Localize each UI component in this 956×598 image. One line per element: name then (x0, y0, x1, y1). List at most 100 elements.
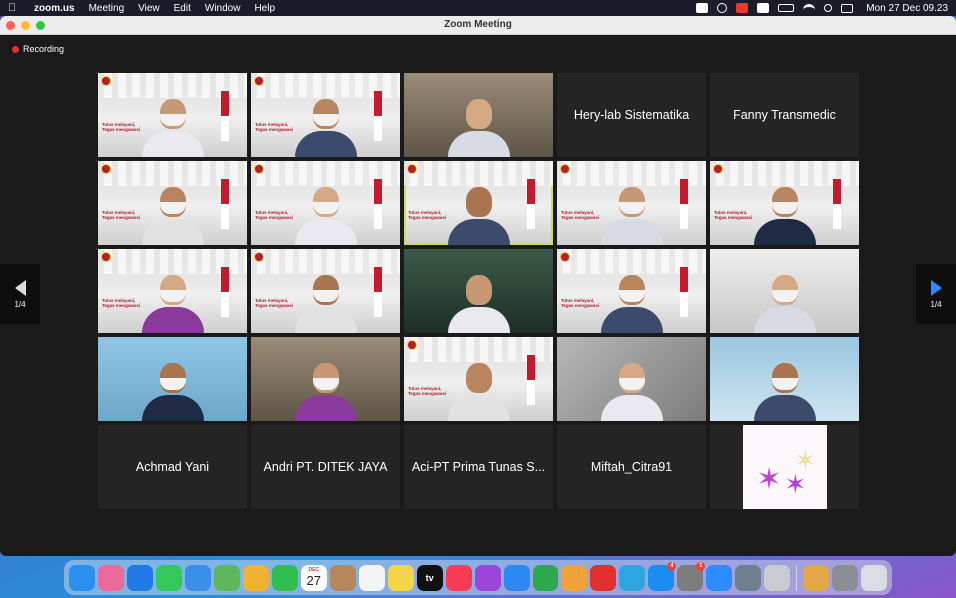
profile-picture: ✶ ✶ ✶ (742, 425, 827, 509)
menu-clock[interactable]: Mon 27 Dec 09.23 (866, 3, 948, 14)
recent-files-icon[interactable] (832, 564, 859, 591)
background-slogan: Tulus melayani, Tegas mengawasi (255, 122, 294, 133)
participant-tile[interactable]: Tulus melayani, Tegas mengawasi (557, 161, 706, 245)
participant-tile[interactable]: Tulus melayani, Tegas mengawasi (98, 249, 247, 333)
finder-icon[interactable] (69, 564, 95, 591)
slogan-line-2: Tegas mengawasi (714, 214, 753, 220)
telegram-icon[interactable] (619, 564, 646, 591)
participant-tile[interactable]: Fanny Transmedic (710, 73, 859, 157)
participant-tile[interactable]: Andri PT. DITEK JAYA (251, 425, 400, 509)
participant-tile[interactable]: Aci-PT Prima Tunas S... (404, 425, 553, 509)
launchpad-icon[interactable] (97, 564, 124, 591)
participant-tile[interactable]: Achmad Yani (98, 425, 247, 509)
participant-name: Andri PT. DITEK JAYA (263, 460, 388, 474)
participant-name: Fanny Transmedic (733, 108, 836, 122)
music-icon[interactable] (445, 564, 472, 591)
wps-icon[interactable] (590, 564, 617, 591)
participant-gallery: Tulus melayani, Tegas mengawasi Tulus mela… (98, 73, 859, 509)
next-page-button[interactable]: 1/4 (916, 264, 956, 324)
participant-tile[interactable] (710, 337, 859, 421)
zoom-icon[interactable] (706, 564, 733, 591)
record-dot-icon (12, 45, 19, 53)
podcasts-icon[interactable] (474, 564, 501, 591)
downloads-folder-icon[interactable] (803, 564, 830, 591)
emblem-logo (713, 164, 723, 174)
participant-tile[interactable] (710, 249, 859, 333)
notes-icon[interactable] (387, 564, 414, 591)
participant-tile[interactable]: Tulus melayani, Tegas mengawasi (404, 337, 553, 421)
participant-name: Achmad Yani (135, 460, 210, 474)
safari-icon[interactable] (126, 564, 153, 591)
participant-video (138, 263, 208, 333)
menu-window[interactable]: Window (205, 3, 241, 14)
participant-video (291, 175, 361, 245)
maps-icon[interactable] (213, 564, 240, 591)
participant-tile[interactable]: Tulus melayani, Tegas mengawasi (710, 161, 859, 245)
slogan-line-2: Tegas mengawasi (255, 126, 294, 132)
menu-app-name[interactable]: zoom.us (34, 3, 75, 14)
calendar-icon[interactable] (736, 3, 749, 13)
search-icon[interactable] (824, 4, 833, 12)
messages-icon[interactable] (155, 564, 182, 591)
participant-tile[interactable]: Tulus melayani, Tegas mengawasi (251, 73, 400, 157)
emblem-logo (560, 164, 570, 174)
participant-video (138, 175, 208, 245)
participant-video (291, 87, 361, 157)
participant-video (597, 263, 667, 333)
participant-tile[interactable] (404, 249, 553, 333)
pages-icon[interactable] (561, 564, 588, 591)
participant-tile[interactable]: Tulus melayani, Tegas mengawasi (98, 161, 247, 245)
participant-tile[interactable] (98, 337, 247, 421)
keyboard-a-icon[interactable] (757, 3, 770, 13)
photos-icon[interactable] (242, 564, 269, 591)
background-slogan: Tulus melayani, Tegas mengawasi (561, 210, 599, 221)
page-indicator-right: 1/4 (930, 299, 942, 309)
calendar-icon[interactable]: DEC 27 (300, 564, 327, 591)
participant-tile[interactable]: Tulus melayani, Tegas mengawasi (251, 161, 400, 245)
participant-tile[interactable]: Hery-lab Sistematika (557, 73, 706, 157)
keynote-icon[interactable] (503, 564, 530, 591)
participant-tile[interactable]: Tulus melayani, Tegas mengawasi (404, 161, 553, 245)
reminders-icon[interactable] (358, 564, 385, 591)
mail-icon[interactable] (184, 564, 211, 591)
menu-edit[interactable]: Edit (174, 3, 191, 14)
participant-tile[interactable] (557, 337, 706, 421)
participant-tile[interactable]: Miftah_Citra91 (557, 425, 706, 509)
battery-icon[interactable] (778, 4, 795, 12)
trash-icon[interactable] (861, 564, 888, 591)
tv-icon[interactable]: tv (416, 564, 443, 591)
participant-tile[interactable] (251, 337, 400, 421)
window-titlebar[interactable]: Zoom Meeting (0, 16, 956, 35)
participant-name: Hery-lab Sistematika (573, 108, 690, 122)
app-label: tv (425, 572, 434, 583)
contacts-icon[interactable] (329, 564, 356, 591)
background-slogan: Tulus melayani, Tegas mengawasi (408, 386, 446, 397)
dock: DEC 27 tv 4 1 (64, 560, 892, 595)
numbers-icon[interactable] (532, 564, 559, 591)
recording-indicator[interactable]: Recording (12, 44, 64, 54)
participant-tile[interactable]: Tulus melayani, Tegas mengawasi (251, 249, 400, 333)
apple-icon[interactable]:  (8, 2, 20, 14)
app-store-icon[interactable]: 4 (648, 561, 677, 591)
zoom-icon[interactable] (696, 3, 709, 13)
participant-video (138, 87, 208, 157)
menu-meeting[interactable]: Meeting (89, 3, 125, 14)
background-slogan: Tulus melayani, Tegas mengawasi (102, 298, 140, 309)
previous-page-button[interactable]: 1/4 (0, 264, 40, 324)
system-preferences-icon[interactable]: 1 (677, 561, 706, 591)
wifi-icon[interactable] (803, 4, 816, 12)
page-indicator-left: 1/4 (14, 299, 26, 309)
menu-view[interactable]: View (138, 3, 160, 14)
preview-icon[interactable] (735, 564, 762, 591)
control-center-icon[interactable] (841, 3, 854, 13)
screenshot-icon[interactable] (764, 564, 791, 591)
background-slogan: Tulus melayani, Tegas mengawasi (255, 298, 293, 309)
play-icon[interactable] (717, 3, 728, 13)
recording-label: Recording (23, 44, 65, 54)
facetime-icon[interactable] (271, 564, 298, 591)
participant-tile[interactable]: Tulus melayani, Tegas mengawasi (557, 249, 706, 333)
menu-help[interactable]: Help (254, 3, 275, 14)
participant-tile[interactable]: ✶ ✶ ✶ (710, 425, 859, 509)
participant-tile[interactable] (404, 73, 553, 157)
participant-tile[interactable]: Tulus melayani, Tegas mengawasi (98, 73, 247, 157)
